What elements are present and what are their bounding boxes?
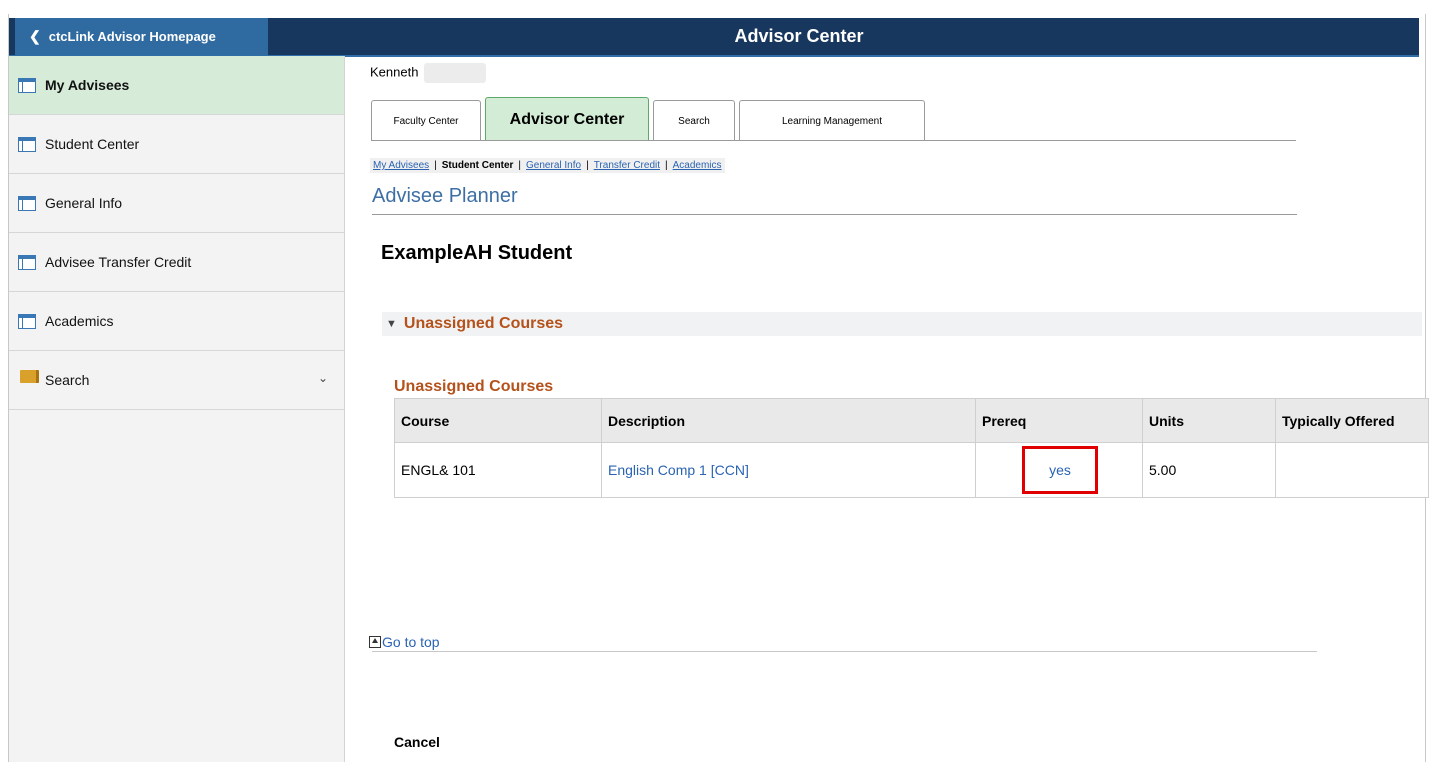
sidebar-item-label: Advisee Transfer Credit (45, 254, 192, 270)
sidebar: My Advisees Student Center General Info … (9, 56, 345, 762)
cell-units: 5.00 (1142, 442, 1276, 498)
tab-faculty-center[interactable]: Faculty Center (371, 100, 481, 141)
cell-description: English Comp 1 [CCN] (601, 442, 976, 498)
breadcrumb-separator: | (434, 160, 437, 171)
tab-search[interactable]: Search (653, 100, 735, 141)
course-description-link[interactable]: English Comp 1 [CCN] (608, 462, 749, 478)
sidebar-item-academics[interactable]: Academics (9, 292, 344, 351)
cell-prereq: yes (975, 442, 1143, 498)
tab-advisor-center[interactable]: Advisor Center (485, 97, 649, 141)
table-icon (18, 314, 36, 329)
sidebar-item-label: Academics (45, 313, 114, 329)
arrow-up-icon (369, 636, 381, 648)
user-first-name: Kenneth (370, 64, 419, 80)
chevron-down-icon[interactable]: ⌄ (318, 371, 328, 385)
page-title: Advisee Planner (372, 185, 518, 207)
sidebar-item-my-advisees[interactable]: My Advisees (9, 56, 344, 115)
sidebar-item-label: Search (45, 372, 90, 388)
table-icon (18, 137, 36, 152)
table-row: ENGL& 101 English Comp 1 [CCN] yes 5.00 (394, 442, 1429, 498)
grid-title: Unassigned Courses (394, 378, 554, 395)
sidebar-item-label: Student Center (45, 136, 140, 152)
breadcrumb-separator: | (518, 160, 522, 171)
breadcrumb-separator: | (665, 160, 668, 171)
prereq-highlight-box: yes (1022, 446, 1098, 494)
folder-icon (20, 370, 39, 383)
prereq-yes-link[interactable]: yes (1049, 462, 1071, 478)
breadcrumb-general-info[interactable]: General Info (526, 160, 581, 171)
column-header-prereq: Prereq (975, 398, 1143, 443)
column-header-units: Units (1142, 398, 1276, 443)
table-icon (18, 255, 36, 270)
breadcrumb: My Advisees | Student Center | General Info |… (370, 158, 725, 173)
table-header-row: Course Description Prereq Units Typicall… (394, 398, 1429, 443)
sidebar-item-label: General Info (45, 195, 123, 211)
go-to-top-label: Go to top (382, 634, 440, 650)
unassigned-courses-table: Course Description Prereq Units Typicall… (394, 398, 1429, 498)
user-name: Kenneth (370, 63, 487, 83)
sidebar-item-student-center[interactable]: Student Center (9, 115, 344, 174)
column-header-course: Course (394, 398, 602, 443)
column-header-description: Description (601, 398, 976, 443)
cell-course: ENGL& 101 (394, 442, 602, 498)
cancel-button[interactable]: Cancel (394, 734, 440, 750)
bottom-divider (372, 651, 1317, 652)
breadcrumb-separator: | (586, 160, 589, 171)
unassigned-courses-section-toggle[interactable]: ▼ Unassigned Courses (382, 312, 1422, 336)
column-header-typically-offered: Typically Offered (1275, 398, 1429, 443)
main-content: Kenneth Faculty Center Advisor Center Se… (354, 56, 1429, 762)
tab-divider (371, 140, 1296, 141)
breadcrumb-my-advisees[interactable]: My Advisees (373, 160, 429, 171)
sidebar-item-search[interactable]: Search ⌄ (9, 351, 344, 410)
sidebar-item-label: My Advisees (45, 77, 130, 93)
breadcrumb-academics[interactable]: Academics (673, 160, 722, 171)
go-to-top-link[interactable]: Go to top (369, 634, 440, 650)
breadcrumb-student-center: Student Center (441, 160, 514, 171)
cell-typically-offered (1275, 442, 1429, 498)
banner-title: Advisor Center (734, 26, 864, 46)
table-icon (18, 196, 36, 211)
student-name: ExampleAH Student (381, 242, 573, 264)
section-header-label: Unassigned Courses (403, 315, 564, 332)
collapse-triangle-icon: ▼ (386, 318, 397, 330)
breadcrumb-transfer-credit[interactable]: Transfer Credit (594, 160, 660, 171)
title-divider (372, 214, 1297, 215)
tab-learning-management[interactable]: Learning Management (739, 100, 925, 141)
sidebar-item-general-info[interactable]: General Info (9, 174, 344, 233)
app-frame: ❮ ctcLink Advisor Homepage Advisor Cente… (8, 14, 1429, 762)
sidebar-item-advisee-transfer-credit[interactable]: Advisee Transfer Credit (9, 233, 344, 292)
table-icon (18, 78, 36, 93)
top-banner: ❮ ctcLink Advisor Homepage Advisor Cente… (9, 18, 1419, 57)
redacted-name (424, 63, 487, 83)
